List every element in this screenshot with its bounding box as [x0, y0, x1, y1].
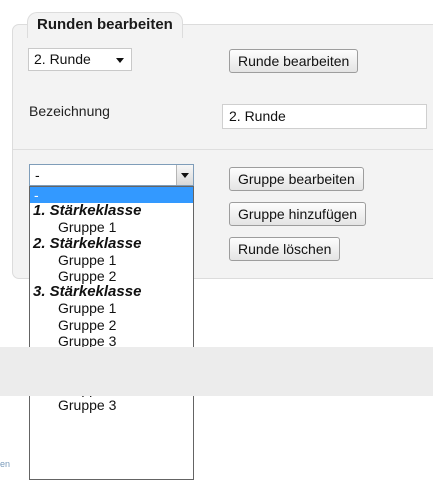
- dropdown-group-header: 2. Stärkeklasse: [33, 235, 142, 252]
- delete-round-button[interactable]: Runde löschen: [229, 237, 341, 261]
- chevron-down-icon: [116, 58, 124, 63]
- round-select-value: 2. Runde: [34, 51, 91, 67]
- panel-legend: Runden bearbeiten: [27, 12, 183, 38]
- dropdown-group-header: 1. Stärkeklasse: [33, 203, 142, 220]
- round-select[interactable]: 2. Runde: [28, 48, 132, 71]
- edit-round-button[interactable]: Runde bearbeiten: [229, 49, 359, 73]
- chevron-down-icon: [181, 173, 189, 178]
- section-divider: [13, 149, 433, 150]
- name-input[interactable]: 2. Runde: [222, 104, 427, 129]
- dropdown-option[interactable]: Gruppe 2: [30, 317, 193, 333]
- dropdown-option[interactable]: Gruppe 1: [30, 300, 193, 316]
- group-dropdown-list: -1. Stärkeklasse Gruppe 1 2. Stärkeklasse G…: [29, 186, 194, 480]
- add-group-button[interactable]: Gruppe hinzufügen: [229, 202, 367, 226]
- dropdown-option[interactable]: Gruppe 3: [30, 397, 193, 413]
- edit-group-button[interactable]: Gruppe bearbeiten: [229, 167, 364, 191]
- group-select-value: -: [35, 167, 40, 183]
- dropdown-toggle[interactable]: [176, 165, 193, 185]
- page-band: [0, 347, 433, 396]
- dropdown-option[interactable]: Gruppe 2: [30, 268, 193, 284]
- dropdown-option[interactable]: Gruppe 1: [30, 219, 193, 235]
- dropdown-option-selected[interactable]: -: [30, 187, 193, 204]
- dropdown-option[interactable]: Gruppe 1: [30, 252, 193, 268]
- footer-fragment: en: [0, 459, 11, 469]
- dropdown-group-header: 3. Stärkeklasse: [33, 284, 142, 301]
- group-select[interactable]: -: [29, 164, 194, 186]
- name-label: Bezeichnung: [29, 103, 110, 119]
